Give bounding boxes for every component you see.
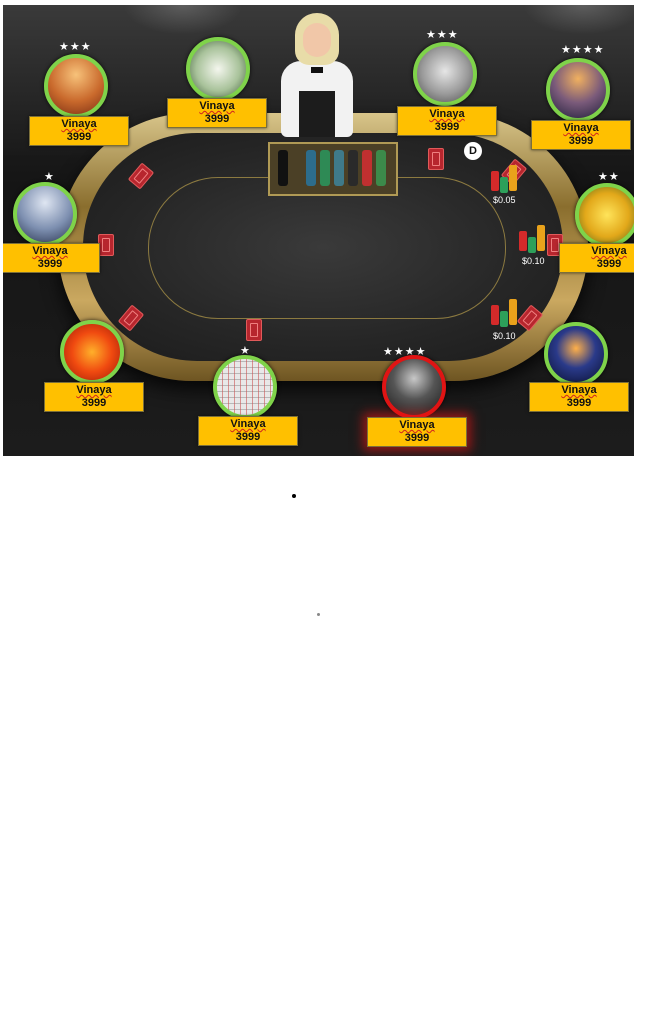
player-avatar[interactable] (575, 183, 634, 247)
player-nameplate: Vinaya 3999 (198, 416, 298, 446)
player-name: Vinaya (32, 245, 68, 257)
player-nameplate: Vinaya 3999 (3, 243, 100, 273)
rank-stars: ★★★ (59, 41, 92, 53)
stray-dot (317, 613, 320, 616)
chip-stack (519, 225, 549, 257)
bet-amount: $0.10 (522, 256, 545, 266)
bet-amount: $0.05 (493, 195, 516, 205)
player-nameplate: Vinaya 3999 (167, 98, 267, 128)
ceiling-light (523, 5, 634, 35)
player-chip-count: 3999 (566, 397, 592, 409)
player-avatar[interactable] (546, 58, 610, 122)
card-back (428, 148, 444, 170)
player-nameplate: Vinaya 3999 (367, 417, 467, 447)
chip-tray (268, 142, 398, 196)
stray-dot (292, 494, 296, 498)
chip-stack (491, 299, 521, 331)
player-nameplate: Vinaya 3999 (397, 106, 497, 136)
player-name: Vinaya (429, 108, 465, 120)
dealer-button: D (464, 142, 482, 160)
player-name: Vinaya (591, 245, 627, 257)
player-avatar[interactable] (60, 320, 124, 384)
player-nameplate: Vinaya 3999 (531, 120, 631, 150)
poker-table-scene: D $0.05 $0.10 $0.10 ★★★ Vinaya 3999 Vina… (3, 5, 634, 456)
player-nameplate: Vinaya 3999 (29, 116, 129, 146)
player-name: Vinaya (199, 100, 235, 112)
player-avatar[interactable] (13, 182, 77, 246)
rank-stars: ★★★★ (561, 44, 605, 56)
player-name: Vinaya (76, 384, 112, 396)
betting-line (148, 177, 506, 319)
rank-stars: ★★★ (426, 29, 459, 41)
bet-amount: $0.10 (493, 331, 516, 341)
player-chip-count: 3999 (596, 258, 622, 270)
player-avatar[interactable] (186, 37, 250, 101)
player-chip-count: 3999 (434, 121, 460, 133)
player-avatar[interactable] (44, 54, 108, 118)
player-chip-count: 3999 (568, 135, 594, 147)
player-chip-count: 3999 (235, 431, 261, 443)
ceiling-light (123, 5, 243, 35)
player-avatar[interactable] (544, 322, 608, 386)
player-nameplate: Vinaya 3999 (529, 382, 629, 412)
player-chip-count: 3999 (81, 397, 107, 409)
rank-stars: ★★ (598, 171, 620, 183)
chip-stack (491, 165, 521, 197)
player-avatar[interactable] (413, 42, 477, 106)
player-name: Vinaya (563, 122, 599, 134)
player-nameplate: Vinaya 3999 (559, 243, 634, 273)
player-nameplate: Vinaya 3999 (44, 382, 144, 412)
card-back (98, 234, 114, 256)
player-name: Vinaya (61, 118, 97, 130)
player-name: Vinaya (561, 384, 597, 396)
player-chip-count: 3999 (204, 113, 230, 125)
player-chip-count: 3999 (404, 432, 430, 444)
card-back (246, 319, 262, 341)
player-avatar[interactable] (382, 355, 446, 419)
dealer-figure (281, 13, 353, 163)
player-name: Vinaya (230, 418, 266, 430)
player-chip-count: 3999 (37, 258, 63, 270)
player-chip-count: 3999 (66, 131, 92, 143)
player-avatar[interactable] (213, 355, 277, 419)
player-name: Vinaya (399, 419, 435, 431)
